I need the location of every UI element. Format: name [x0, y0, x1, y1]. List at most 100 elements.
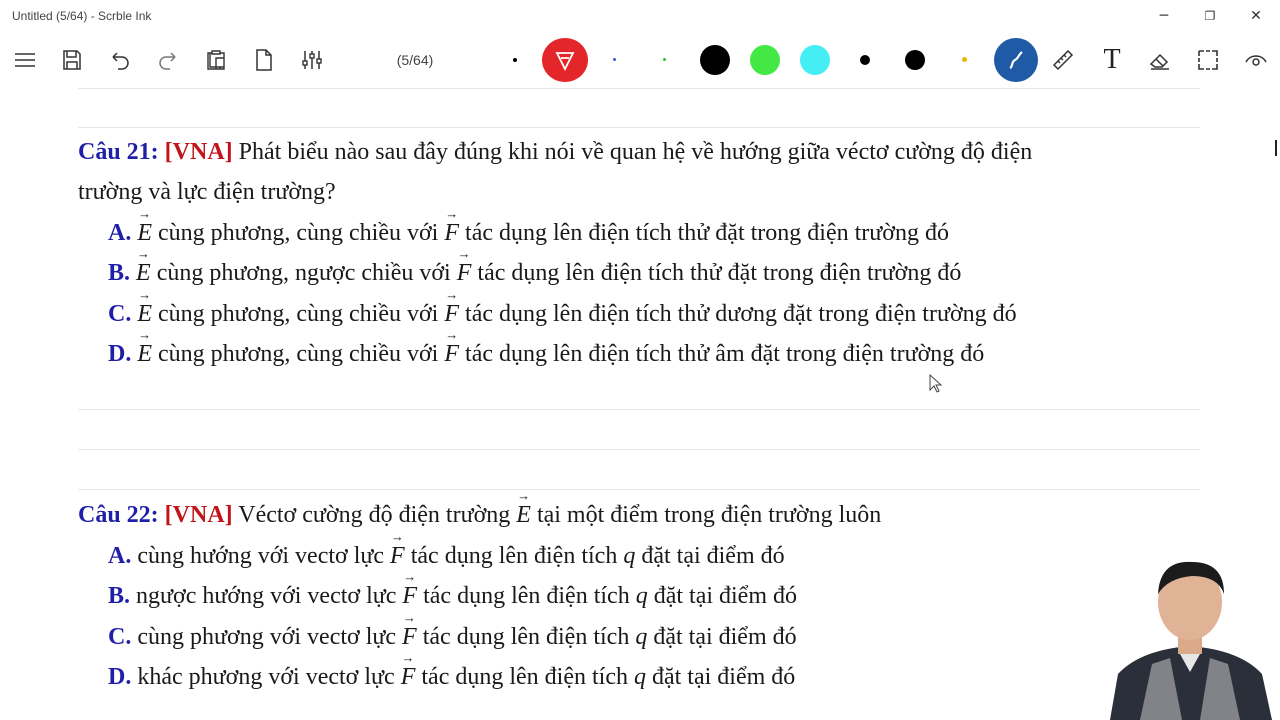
paste-button[interactable]: [196, 36, 236, 84]
q21-option-d: D. E cùng phương, cùng chiều với F tác d…: [108, 327, 985, 368]
vector-f: F: [401, 650, 416, 691]
q22-option-c: C. cùng phương với vectơ lực F tác dụng …: [108, 610, 797, 651]
page-indicator[interactable]: (5/64): [380, 36, 450, 84]
settings-button[interactable]: [292, 36, 332, 84]
pen-size-tiny-black[interactable]: [513, 58, 517, 62]
option-text: tác dụng lên điện tích thử đặt trong điệ…: [477, 260, 962, 286]
option-text: cùng phương, cùng chiều với: [158, 301, 439, 327]
vector-f: F: [444, 287, 459, 328]
option-text: cùng phương, cùng chiều với: [158, 220, 439, 246]
menu-icon: [15, 53, 35, 67]
question-text: Véctơ cường độ điện trường: [238, 502, 511, 528]
vector-e: E: [137, 287, 152, 328]
option-label: C.: [108, 624, 132, 650]
mouse-cursor-icon: [929, 374, 943, 393]
minimize-button[interactable]: ─: [1141, 0, 1187, 32]
title-bar: Untitled (5/64) - Scrble Ink ─ ❐ ✕: [0, 0, 1280, 32]
pen-color-green-tiny[interactable]: [663, 58, 666, 61]
pen-size-small-black[interactable]: [860, 55, 870, 65]
ruled-line: [78, 409, 1200, 410]
question-tag: [VNA]: [164, 502, 233, 528]
q22-option-a: A. cùng hướng với vectơ lực F tác dụng l…: [108, 529, 785, 570]
vector-f: F: [402, 569, 417, 610]
option-text: tác dụng lên điện tích thử đặt trong điệ…: [465, 220, 949, 246]
new-page-button[interactable]: [244, 36, 284, 84]
option-label: D.: [108, 664, 132, 690]
menu-button[interactable]: [5, 36, 45, 84]
option-text: đặt tại điểm đó: [641, 543, 785, 569]
vector-f: F: [457, 246, 472, 287]
settings-sliders-icon: [302, 51, 322, 69]
vector-f: F: [444, 206, 459, 247]
highlighter-button-active[interactable]: [542, 38, 588, 82]
charge-variable: q: [635, 583, 648, 609]
restore-button[interactable]: ❐: [1187, 0, 1233, 32]
vector-f: F: [390, 529, 405, 570]
q21-option-a: A. E cùng phương, cùng chiều với F tác d…: [108, 206, 949, 247]
eraser-button[interactable]: [1140, 36, 1180, 84]
q21-option-b: B. E cùng phương, ngược chiều với F tác …: [108, 246, 962, 287]
undo-button[interactable]: [100, 36, 140, 84]
vector-f: F: [402, 610, 417, 651]
pen-color-black[interactable]: [700, 45, 730, 75]
redo-button[interactable]: [148, 36, 188, 84]
option-label: A.: [108, 220, 132, 246]
question-tag: [VNA]: [164, 139, 233, 165]
pen-icon: [1009, 51, 1023, 70]
question-text: Phát biểu nào sau đây đúng khi nói về qu…: [238, 139, 1033, 165]
pen-size-medium-black[interactable]: [905, 50, 925, 70]
vector-e: E: [516, 488, 531, 529]
presenter-figure: [1110, 561, 1272, 720]
redo-icon: [159, 52, 176, 70]
option-label: B.: [108, 583, 131, 609]
option-label: C.: [108, 301, 132, 327]
paste-icon: [207, 50, 225, 70]
charge-variable: q: [633, 664, 646, 690]
option-text: tác dụng lên điện tích thử âm đặt trong …: [465, 341, 985, 367]
option-text: tác dụng lên điện tích: [421, 664, 628, 690]
toolbar: (5/64) T: [0, 36, 1280, 84]
charge-variable: q: [623, 543, 636, 569]
option-text: cùng phương, ngược chiều với: [156, 260, 451, 286]
ruler-button[interactable]: [1043, 36, 1083, 84]
pen-tool-button-active[interactable]: [994, 38, 1038, 82]
option-text: đặt tại điểm đó: [651, 664, 796, 690]
ruled-line: [78, 489, 1200, 490]
vector-f: F: [444, 327, 459, 368]
question-21-line-1: Câu 21: [VNA] Phát biểu nào sau đây đúng…: [78, 139, 1032, 166]
select-button[interactable]: [1188, 36, 1228, 84]
eraser-icon: [1149, 53, 1169, 70]
vector-e: E: [136, 246, 151, 287]
save-button[interactable]: [52, 36, 92, 84]
pen-color-yellow-tiny[interactable]: [962, 57, 967, 62]
ruled-line: [78, 449, 1200, 450]
option-text: cùng phương, cùng chiều với: [158, 341, 439, 367]
close-button[interactable]: ✕: [1233, 0, 1279, 32]
pen-color-cyan[interactable]: [800, 45, 830, 75]
view-button[interactable]: [1236, 36, 1276, 84]
text-tool-button[interactable]: T: [1092, 36, 1132, 84]
pen-color-blue-tiny[interactable]: [613, 58, 616, 61]
highlighter-icon: [555, 52, 575, 72]
option-text: đặt tại điểm đó: [653, 583, 797, 609]
option-label: D.: [108, 341, 132, 367]
undo-icon: [112, 52, 129, 70]
view-icon: [1245, 55, 1267, 66]
new-page-icon: [256, 49, 272, 71]
question-text: tại một điểm trong điện trường luôn: [536, 502, 882, 528]
window-title: Untitled (5/64) - Scrble Ink: [12, 9, 152, 23]
ruled-line: [78, 88, 1200, 89]
vector-e: E: [137, 206, 152, 247]
question-21-line-2: trường và lực điện trường?: [78, 179, 336, 205]
ruled-line: [78, 127, 1200, 128]
scroll-indicator: [1275, 140, 1277, 156]
charge-variable: q: [635, 624, 648, 650]
pen-color-green[interactable]: [750, 45, 780, 75]
option-text: tác dụng lên điện tích: [423, 583, 630, 609]
select-icon: [1198, 50, 1218, 70]
option-text: tác dụng lên điện tích: [410, 543, 618, 569]
option-text: cùng phương với vectơ lực: [137, 624, 397, 650]
document-canvas[interactable]: Câu 21: [VNA] Phát biểu nào sau đây đúng…: [0, 84, 1280, 720]
option-text: khác phương với vectơ lực: [137, 664, 395, 690]
question-number: Câu 22:: [78, 502, 159, 528]
